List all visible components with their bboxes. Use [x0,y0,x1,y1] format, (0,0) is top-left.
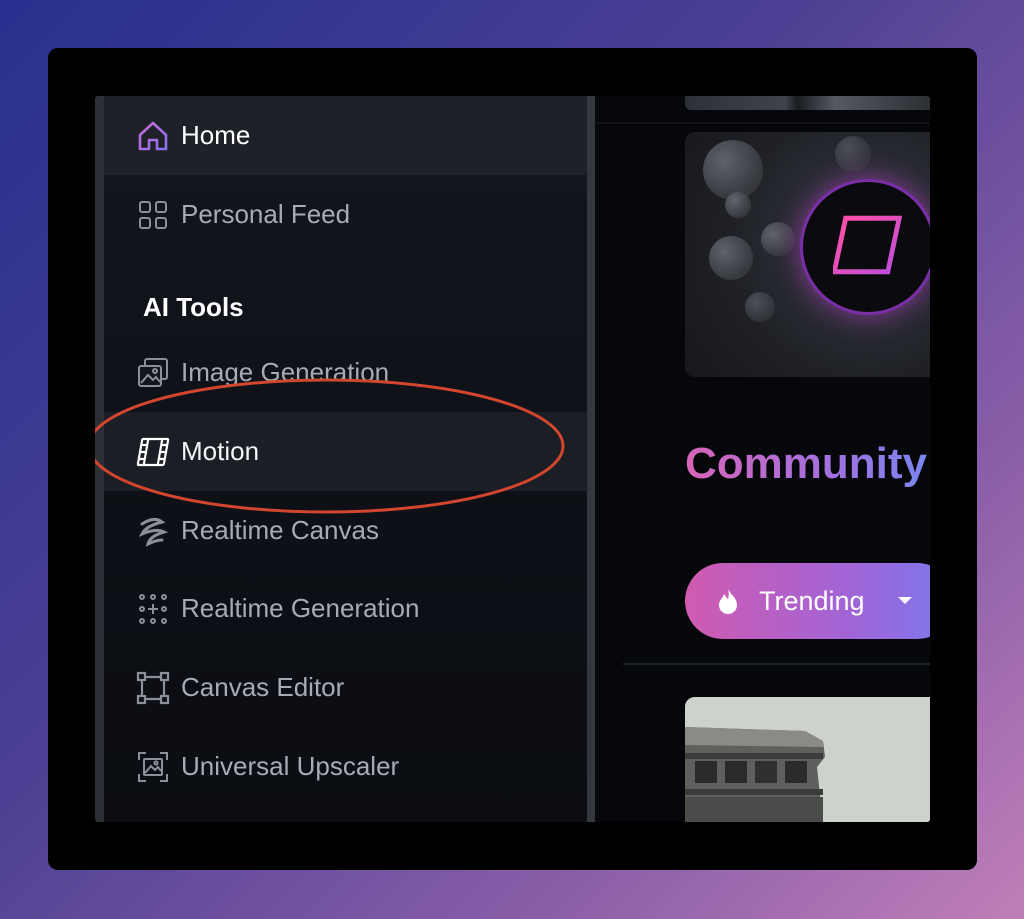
upscale-icon [135,749,171,785]
bubble [725,192,751,218]
sidebar-item-label: Home [181,120,251,150]
thumbnail-top[interactable] [685,96,930,110]
bubble [709,236,753,280]
trending-label: Trending [759,585,865,616]
section-divider [623,663,930,665]
crop-frame-icon [135,670,171,706]
film-icon [831,210,903,285]
bubble [835,136,871,172]
bubble [745,292,775,322]
app-window: Home Personal Feed AI Tools Image Genera… [95,96,930,822]
community-heading: Community [685,439,927,488]
section-title-ai-tools: AI Tools [143,292,244,322]
caret-down-icon [897,596,913,606]
bubble [703,140,763,200]
motion-feature-card[interactable] [685,132,930,377]
home-icon [135,118,171,154]
grid-icon [135,197,171,233]
scribble-icon [135,513,171,549]
sidebar-item-label: Canvas Editor [181,672,345,702]
trending-filter-button[interactable]: Trending [685,563,930,639]
community-image-card[interactable] [685,697,930,822]
main-content: Community Trending [595,96,930,822]
sidebar-item-home[interactable]: Home [104,96,587,175]
sidebar-item-label: Realtime Generation [181,593,420,623]
building-photo [685,697,930,822]
sidebar-item-universal-upscaler[interactable]: Universal Upscaler [104,727,587,806]
dots-plus-icon [135,591,171,627]
flame-icon [717,588,739,614]
sidebar-item-label: Personal Feed [181,199,351,229]
sidebar-item-label: Realtime Canvas [181,515,379,545]
annotation-ellipse [95,378,565,514]
sidebar-item-canvas-editor[interactable]: Canvas Editor [104,648,587,727]
top-divider [595,122,930,124]
motion-badge [803,182,930,312]
bubble [761,222,795,256]
sidebar-item-realtime-generation[interactable]: Realtime Generation [104,569,587,648]
sidebar-item-label: Universal Upscaler [181,751,400,781]
sidebar-item-personal-feed[interactable]: Personal Feed [104,175,587,254]
